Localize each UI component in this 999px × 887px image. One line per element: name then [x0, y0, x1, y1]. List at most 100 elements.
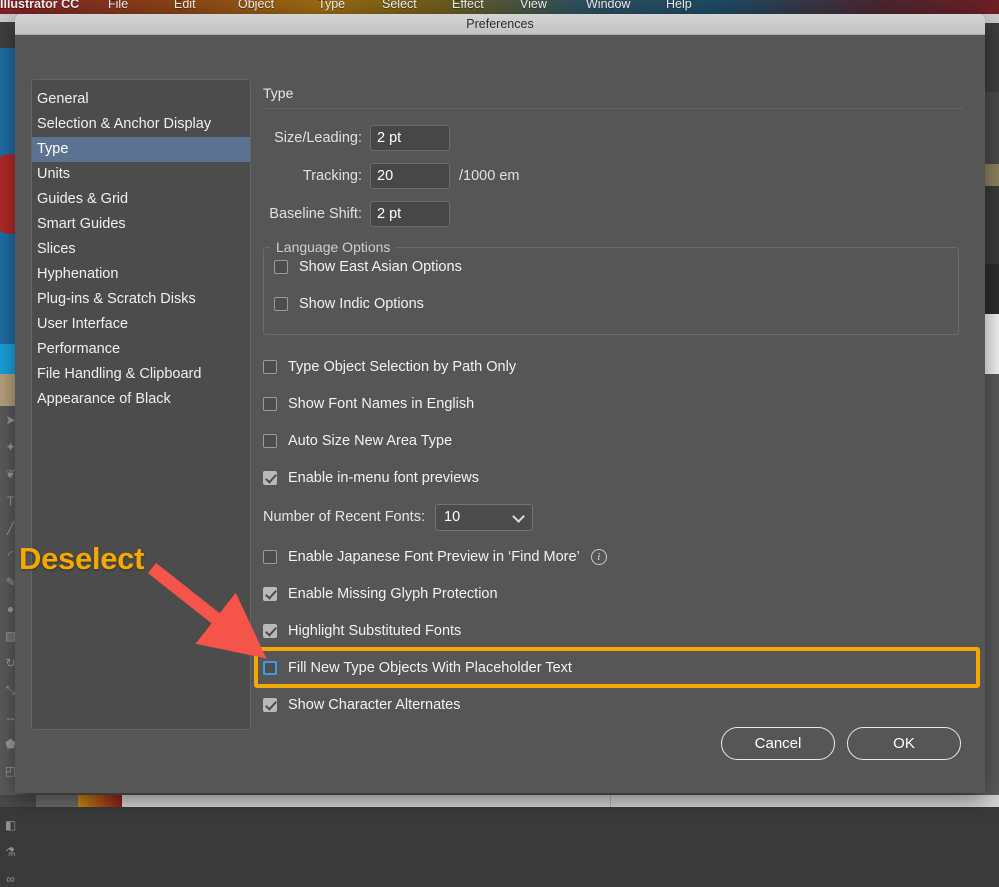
- sidebar-item-label: Guides & Grid: [37, 191, 128, 207]
- type-options-upper-list[interactable]: Type Object Selection by Path Only Show F…: [263, 355, 963, 489]
- sidebar-item-plug-ins-scratch-disks[interactable]: Plug-ins & Scratch Disks: [32, 287, 250, 312]
- checkbox-row-type-object-selection-by-path-only[interactable]: Type Object Selection by Path Only: [263, 355, 963, 378]
- menu-item-effect[interactable]: Effect: [452, 0, 484, 11]
- sidebar-item-file-handling-clipboard[interactable]: File Handling & Clipboard: [32, 362, 250, 387]
- field-unit-suffix: /1000 em: [459, 168, 519, 184]
- info-icon[interactable]: i: [591, 549, 607, 565]
- dock-chip-2: [36, 795, 78, 807]
- type-options-lower-list[interactable]: Enable Japanese Font Preview in ‘Find Mo…: [263, 545, 963, 716]
- field-input[interactable]: [370, 163, 450, 189]
- checkbox-label: Highlight Substituted Fonts: [288, 623, 461, 639]
- field-row-size-leading: Size/Leading:: [263, 125, 963, 151]
- dialog-title: Preferences: [466, 17, 533, 31]
- sidebar-item-label: Type: [37, 141, 68, 157]
- field-row-baseline-shift: Baseline Shift:: [263, 201, 963, 227]
- sidebar-item-guides-grid[interactable]: Guides & Grid: [32, 187, 250, 212]
- checkbox-row-fill-new-type-objects-with-placeholder-text[interactable]: Fill New Type Objects With Placeholder T…: [263, 656, 963, 679]
- number-of-recent-fonts-select[interactable]: 10: [435, 504, 533, 531]
- menu-item-file[interactable]: File: [108, 0, 128, 11]
- dialog-titlebar[interactable]: Preferences: [15, 14, 985, 35]
- checkbox-label: Show East Asian Options: [299, 259, 462, 275]
- sidebar-item-label: Units: [37, 166, 70, 182]
- menu-item-view[interactable]: View: [520, 0, 547, 11]
- checkbox-row-show-east-asian-options[interactable]: Show East Asian Options: [274, 255, 958, 278]
- sidebar-item-label: Smart Guides: [37, 216, 126, 232]
- menu-item-illustrator-cc[interactable]: Illustrator CC: [0, 0, 79, 11]
- sidebar-item-user-interface[interactable]: User Interface: [32, 312, 250, 337]
- language-options-checkbox-list[interactable]: Show East Asian Options Show Indic Option…: [264, 255, 958, 315]
- menu-item-window[interactable]: Window: [586, 0, 630, 11]
- sidebar-item-label: Slices: [37, 241, 76, 257]
- sidebar-item-label: Selection & Anchor Display: [37, 116, 211, 132]
- sidebar-item-label: Plug-ins & Scratch Disks: [37, 291, 196, 307]
- sidebar-item-appearance-of-black[interactable]: Appearance of Black: [32, 387, 250, 412]
- sidebar-item-label: User Interface: [37, 316, 128, 332]
- checkbox-row-enable-in-menu-font-previews[interactable]: Enable in-menu font previews: [263, 466, 963, 489]
- checkbox-icon[interactable]: [263, 471, 277, 485]
- preferences-dialog: Preferences General Selection & Anchor Di…: [15, 14, 985, 793]
- field-input[interactable]: [370, 201, 450, 227]
- menu-item-type[interactable]: Type: [318, 0, 345, 11]
- sidebar-item-smart-guides[interactable]: Smart Guides: [32, 212, 250, 237]
- annotation-arrow-icon: [140, 560, 270, 660]
- sidebar-item-slices[interactable]: Slices: [32, 237, 250, 262]
- sidebar-item-selection-anchor-display[interactable]: Selection & Anchor Display: [32, 112, 250, 137]
- dock-chip-4: [610, 795, 611, 807]
- field-input[interactable]: [370, 125, 450, 151]
- dialog-footer: Cancel OK: [721, 727, 961, 760]
- checkbox-row-highlight-substituted-fonts[interactable]: Highlight Substituted Fonts: [263, 619, 963, 642]
- language-options-legend: Language Options: [270, 239, 396, 255]
- sidebar-item-hyphenation[interactable]: Hyphenation: [32, 262, 250, 287]
- ok-button[interactable]: OK: [847, 727, 961, 760]
- blend-icon[interactable]: ∞: [3, 871, 19, 887]
- checkbox-label: Enable Japanese Font Preview in ‘Find Mo…: [288, 549, 580, 565]
- checkbox-label: Enable Missing Glyph Protection: [288, 586, 498, 602]
- checkbox-icon[interactable]: [263, 397, 277, 411]
- sidebar-item-units[interactable]: Units: [32, 162, 250, 187]
- sidebar-item-label: Performance: [37, 341, 120, 357]
- menu-item-object[interactable]: Object: [238, 0, 274, 11]
- checkbox-icon[interactable]: [263, 360, 277, 374]
- chevron-down-icon: [512, 510, 525, 523]
- section-divider: [263, 108, 963, 109]
- checkbox-row-enable-missing-glyph-protection[interactable]: Enable Missing Glyph Protection: [263, 582, 963, 605]
- checkbox-row-enable-japanese-font-preview-in-find-more[interactable]: Enable Japanese Font Preview in ‘Find Mo…: [263, 545, 963, 568]
- sidebar-item-general[interactable]: General: [32, 87, 250, 112]
- checkbox-icon[interactable]: [263, 434, 277, 448]
- menu-item-help[interactable]: Help: [666, 0, 692, 11]
- dialog-body: General Selection & Anchor Display Type Uni…: [15, 35, 985, 793]
- sidebar-item-label: File Handling & Clipboard: [37, 366, 201, 382]
- eyedropper-icon[interactable]: ⚗: [3, 844, 19, 860]
- sidebar-item-label: Hyphenation: [37, 266, 118, 282]
- menu-item-edit[interactable]: Edit: [174, 0, 196, 11]
- checkbox-row-auto-size-new-area-type[interactable]: Auto Size New Area Type: [263, 429, 963, 452]
- gradient-icon[interactable]: ◧: [3, 817, 19, 833]
- checkbox-icon[interactable]: [274, 297, 288, 311]
- checkbox-label: Auto Size New Area Type: [288, 433, 452, 449]
- checkbox-label: Enable in-menu font previews: [288, 470, 479, 486]
- number-of-recent-fonts-value: 10: [444, 509, 460, 525]
- pane-heading: Type: [263, 85, 963, 108]
- checkbox-row-show-font-names-in-english[interactable]: Show Font Names in English: [263, 392, 963, 415]
- checkbox-label: Show Character Alternates: [288, 697, 460, 713]
- dock-strip: [0, 795, 999, 807]
- field-label: Tracking:: [263, 168, 370, 184]
- type-metric-fields: Size/Leading: Tracking: /1000 em Baseline S…: [263, 125, 963, 227]
- menu-item-select[interactable]: Select: [382, 0, 417, 11]
- number-of-recent-fonts-row[interactable]: Number of Recent Fonts: 10: [263, 503, 963, 531]
- sidebar-item-performance[interactable]: Performance: [32, 337, 250, 362]
- checkbox-row-show-indic-options[interactable]: Show Indic Options: [274, 292, 958, 315]
- checkbox-icon[interactable]: [274, 260, 288, 274]
- checkbox-label: Show Font Names in English: [288, 396, 474, 412]
- field-label: Baseline Shift:: [263, 206, 370, 222]
- checkbox-row-show-character-alternates[interactable]: Show Character Alternates: [263, 693, 963, 716]
- type-preferences-pane: Type Size/Leading: Tracking: /1000 em Basel…: [263, 85, 963, 730]
- checkbox-icon[interactable]: [263, 698, 277, 712]
- menu-bar[interactable]: Illustrator CC File Edit Object Type Select Ef…: [0, 0, 999, 14]
- checkbox-icon[interactable]: [263, 661, 277, 675]
- cancel-button[interactable]: Cancel: [721, 727, 835, 760]
- sidebar-item-type[interactable]: Type: [32, 137, 250, 162]
- checkbox-label: Fill New Type Objects With Placeholder T…: [288, 660, 572, 676]
- field-row-tracking: Tracking: /1000 em: [263, 163, 963, 189]
- number-of-recent-fonts-label: Number of Recent Fonts:: [263, 509, 425, 525]
